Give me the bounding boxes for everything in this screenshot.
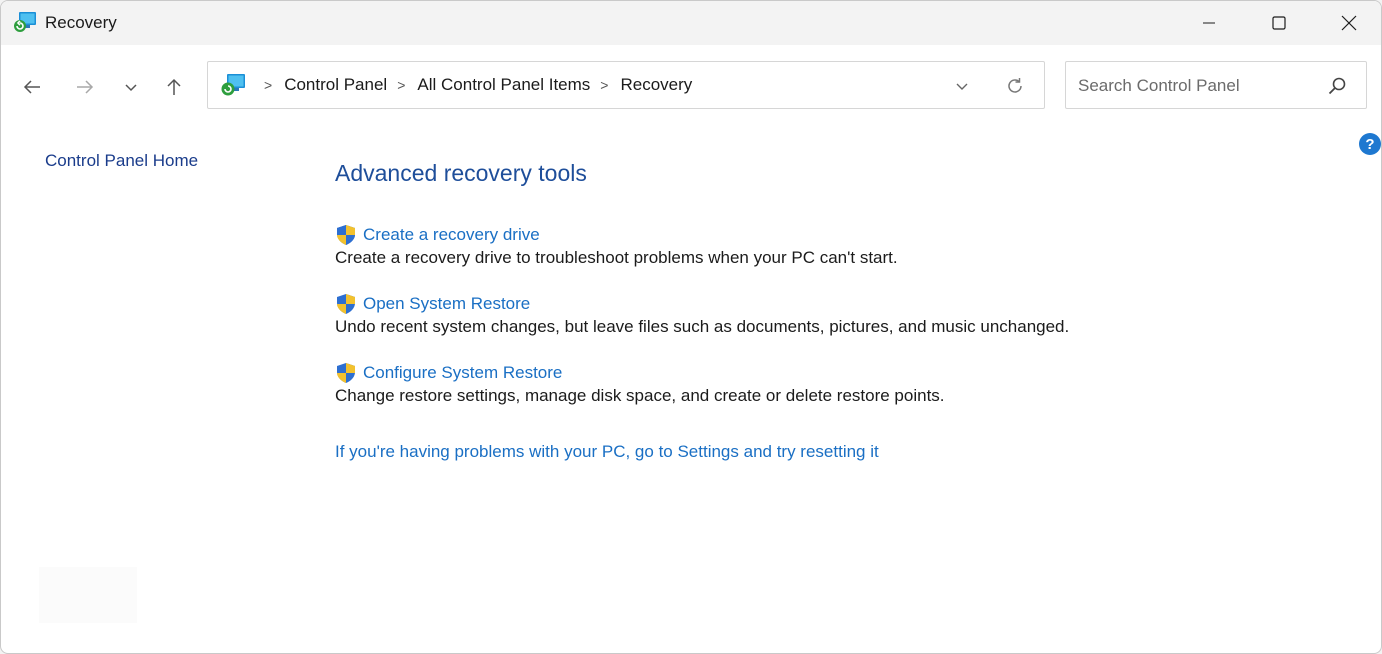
chevron-down-icon [125,84,137,92]
task-description: Create a recovery drive to troubleshoot … [335,248,898,267]
configure-system-restore-link[interactable]: Configure System Restore [335,361,945,385]
minimize-button[interactable] [1174,1,1244,45]
up-button[interactable] [160,73,188,101]
reset-pc-settings-link[interactable]: If you're having problems with your PC, … [335,442,879,462]
back-button[interactable] [18,73,46,101]
uac-shield-icon [337,294,355,314]
title-bar: Recovery [1,1,1381,45]
breadcrumb-control-panel[interactable]: Control Panel [284,75,387,95]
task-description: Change restore settings, manage disk spa… [335,386,945,405]
forward-arrow-icon [77,80,94,94]
task-link-label: Open System Restore [363,294,531,313]
breadcrumb-separator: > [264,77,273,93]
back-arrow-icon [23,80,40,94]
search-icon[interactable] [1326,75,1348,97]
close-button[interactable] [1314,1,1381,45]
forward-button[interactable] [71,73,99,101]
refresh-button[interactable] [1003,74,1027,98]
refresh-icon [1008,78,1022,93]
recovery-app-icon [13,11,37,33]
breadcrumb-all-items[interactable]: All Control Panel Items [417,75,590,95]
navigation-bar: > Control Panel > All Control Panel Item… [1,45,1381,127]
minimize-icon [1203,22,1215,24]
breadcrumb-separator: > [600,77,609,93]
uac-shield-icon [337,225,355,245]
address-bar[interactable]: > Control Panel > All Control Panel Item… [207,61,1045,109]
task-link-label: Create a recovery drive [363,225,540,244]
chevron-down-icon [956,83,968,90]
close-icon [1341,15,1357,31]
create-recovery-drive-link[interactable]: Create a recovery drive [335,223,898,247]
help-icon[interactable]: ? [1358,132,1381,156]
recovery-window: Recovery > Control Panel > All Control P… [0,0,1382,654]
breadcrumb-separator: > [397,77,406,93]
svg-text:?: ? [1365,136,1374,153]
open-system-restore-link[interactable]: Open System Restore [335,292,1069,316]
breadcrumb-recovery[interactable]: Recovery [620,75,692,95]
address-history-button[interactable] [950,74,974,98]
recent-locations-button[interactable] [117,73,145,101]
task-create-recovery-drive: Create a recovery drive Create a recover… [335,223,898,268]
window-title: Recovery [45,13,117,32]
maximize-icon [1272,16,1286,30]
control-panel-home-link[interactable]: Control Panel Home [45,151,198,171]
task-open-system-restore: Open System Restore Undo recent system c… [335,292,1069,337]
task-link-label: Configure System Restore [363,363,563,382]
uac-shield-icon [337,363,355,383]
task-description: Undo recent system changes, but leave fi… [335,317,1070,336]
control-panel-icon [220,73,246,97]
search-placeholder: Search Control Panel [1078,76,1240,95]
search-input[interactable]: Search Control Panel [1065,61,1367,109]
page-title: Advanced recovery tools [335,160,587,186]
breadcrumb: > Control Panel > All Control Panel Item… [254,62,692,108]
maximize-button[interactable] [1244,1,1314,45]
up-arrow-icon [167,78,181,95]
task-configure-system-restore: Configure System Restore Change restore … [335,361,945,406]
background-placeholder [39,567,137,623]
